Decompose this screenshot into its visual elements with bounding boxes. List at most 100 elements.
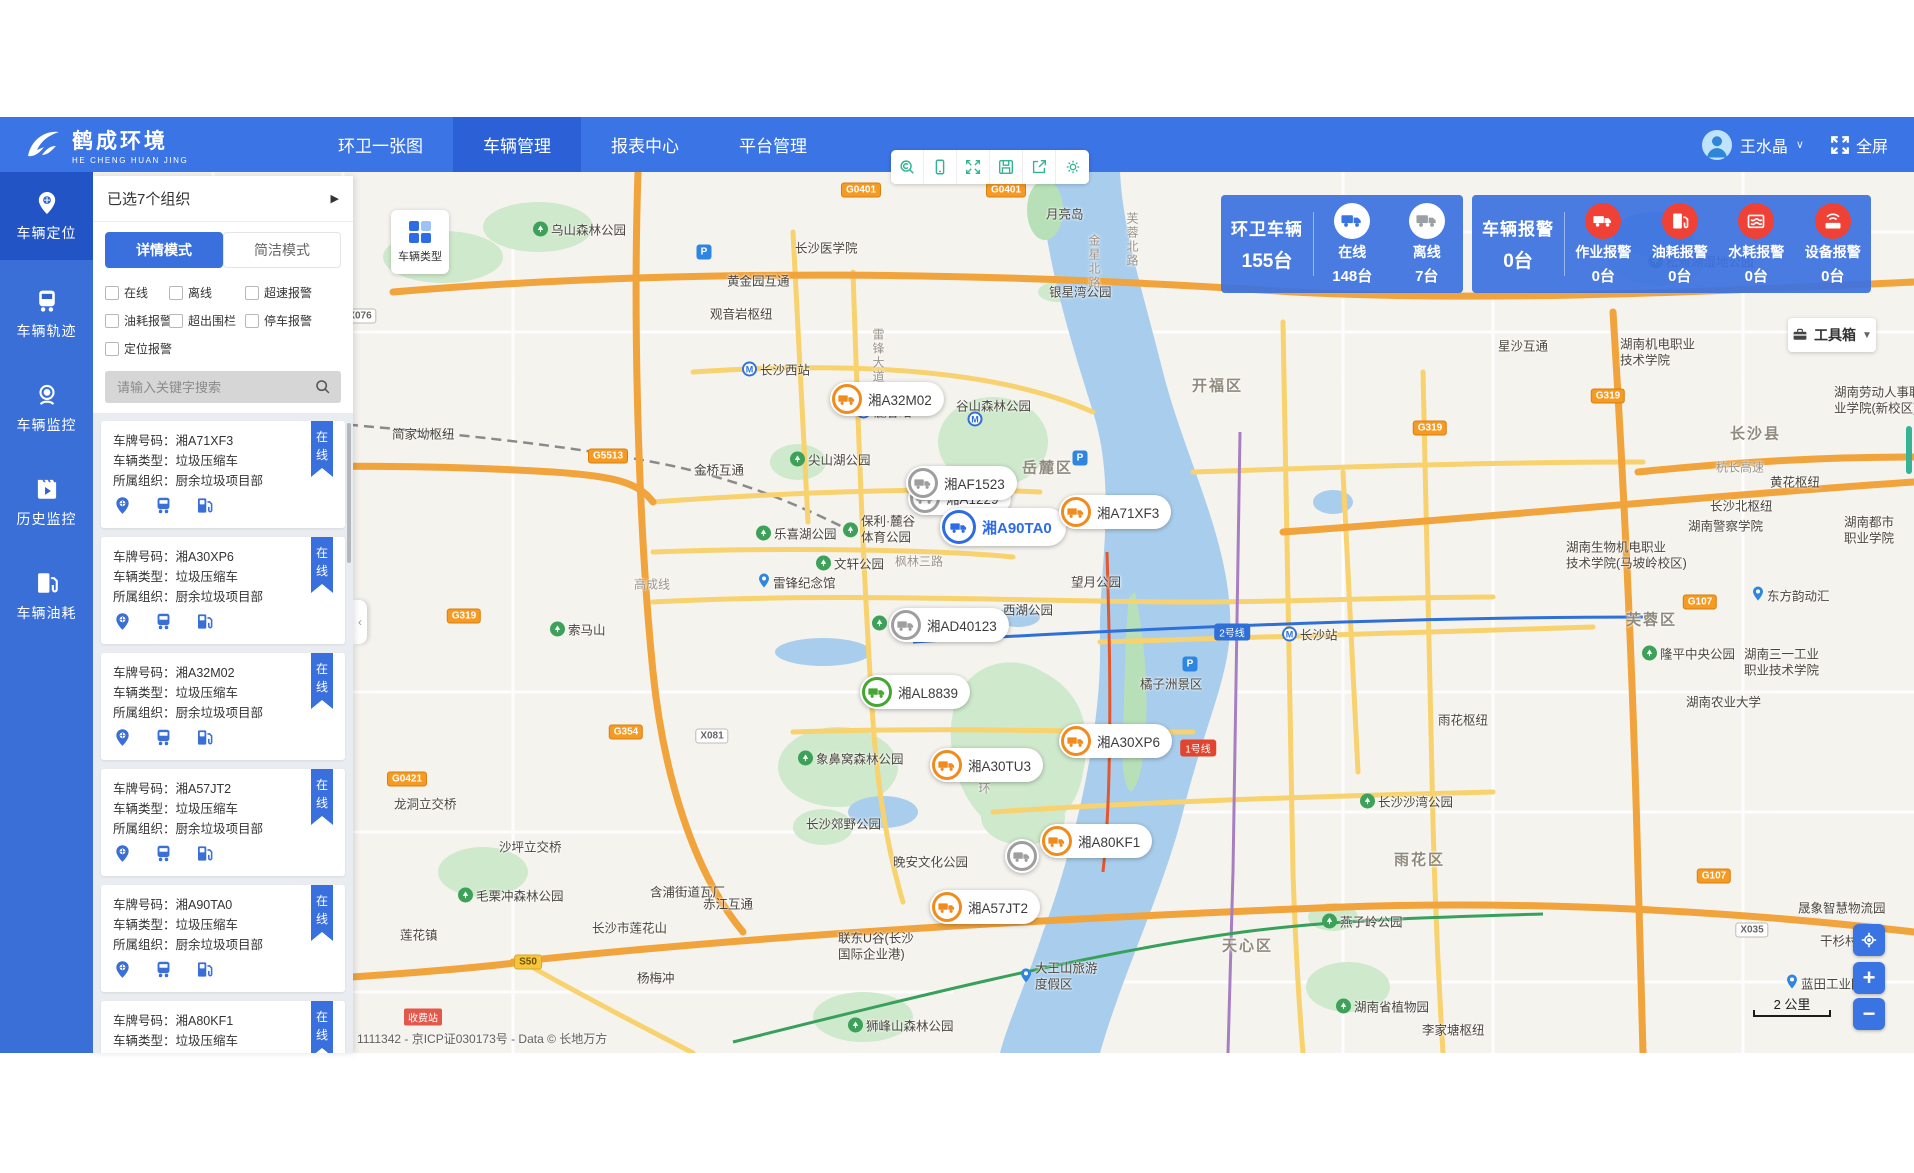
vehicle-type-button[interactable]: 车辆类型 <box>391 210 449 274</box>
zoom-search-button[interactable] <box>891 150 924 184</box>
marker-plate: 湘AL8839 <box>898 682 958 702</box>
card-locate-icon[interactable] <box>113 612 132 636</box>
device-alarm-icon <box>1815 203 1851 239</box>
filter-checkbox[interactable]: 离线 <box>169 284 245 301</box>
search-bar <box>93 367 353 413</box>
vehicle-marker[interactable]: 湘A30XP6 <box>1059 724 1172 758</box>
card-track-icon[interactable] <box>154 960 173 984</box>
sidebar-item[interactable]: 车辆轨迹 <box>0 274 93 354</box>
filter-checkbox[interactable]: 定位报警 <box>105 340 169 357</box>
zoom-out-button[interactable]: − <box>1853 998 1885 1030</box>
vehicle-card[interactable]: 车牌号码：湘A57JT2车辆类型：垃圾压缩车所属组织：厨余垃圾项目部在线 <box>101 769 345 876</box>
stat-item: 水耗报警0台 <box>1728 203 1784 286</box>
nav-item[interactable]: 平台管理 <box>709 117 837 172</box>
vehicle-locate-icon <box>34 190 60 216</box>
locate-button[interactable] <box>1853 924 1885 956</box>
card-locate-icon[interactable] <box>113 844 132 868</box>
marker-plate: 湘A71XF3 <box>1097 502 1159 522</box>
card-locate-icon[interactable] <box>113 960 132 984</box>
vehicle-marker[interactable]: 湘A71XF3 <box>1059 495 1171 529</box>
sidebar-item[interactable]: 车辆监控 <box>0 368 93 448</box>
marker-truck-icon <box>891 610 921 640</box>
vehicle-card-actions <box>113 612 333 636</box>
card-fuel-icon[interactable] <box>195 960 214 984</box>
left-sidebar: 车辆定位车辆轨迹车辆监控历史监控车辆油耗 <box>0 172 93 1053</box>
vehicle-card-row: 车牌号码：湘A71XF3 <box>113 431 333 451</box>
map-scrollbar-thumb[interactable] <box>1906 426 1912 474</box>
panel-collapse-handle[interactable]: ‹ <box>353 600 367 644</box>
card-fuel-icon[interactable] <box>195 496 214 520</box>
vehicle-marker[interactable]: 湘AF1523 <box>906 466 1017 500</box>
export-button[interactable] <box>1023 150 1056 184</box>
vehicle-marker[interactable]: 湘AL8839 <box>860 675 970 709</box>
filter-checkbox[interactable]: 超速报警 <box>245 284 341 301</box>
filter-label: 超出围栏 <box>188 312 236 329</box>
marker-truck-icon <box>908 468 938 498</box>
marker-plate: 湘A30TU3 <box>968 755 1031 775</box>
vehicle-card[interactable]: 车牌号码：湘A30XP6车辆类型：垃圾压缩车所属组织：厨余垃圾项目部在线 <box>101 537 345 644</box>
user-menu[interactable]: 王水晶 ∨ <box>1702 130 1804 160</box>
card-fuel-icon[interactable] <box>195 844 214 868</box>
list-scrollbar[interactable] <box>347 423 351 563</box>
zoom-in-button[interactable]: + <box>1853 962 1885 994</box>
filter-checkbox[interactable]: 超出围栏 <box>169 312 245 329</box>
vehicle-type-label: 车辆类型 <box>398 248 442 264</box>
vehicle-marker[interactable]: 湘A30TU3 <box>930 748 1043 782</box>
card-fuel-icon[interactable] <box>195 728 214 752</box>
filter-checkbox[interactable]: 停车报警 <box>245 312 341 329</box>
card-track-icon[interactable] <box>154 612 173 636</box>
truck-offline-icon <box>1409 203 1445 239</box>
nav-item[interactable]: 车辆管理 <box>453 117 581 172</box>
vehicle-marker[interactable]: 湘A80KF1 <box>1040 824 1152 858</box>
vehicle-card[interactable]: 车牌号码：湘A71XF3车辆类型：垃圾压缩车所属组织：厨余垃圾项目部在线 <box>101 421 345 528</box>
chevron-down-icon: ∨ <box>1796 138 1804 151</box>
sidebar-item[interactable]: 车辆定位 <box>0 172 93 260</box>
mode-button[interactable]: 详情模式 <box>105 232 223 268</box>
card-locate-icon[interactable] <box>113 496 132 520</box>
vehicle-card-actions <box>113 496 333 520</box>
save-button[interactable] <box>990 150 1023 184</box>
save-icon <box>997 158 1015 176</box>
card-track-icon[interactable] <box>154 844 173 868</box>
crosshair-icon <box>1860 931 1878 949</box>
card-track-icon[interactable] <box>154 728 173 752</box>
sidebar-item[interactable]: 车辆油耗 <box>0 556 93 636</box>
checkbox-icon <box>245 286 259 300</box>
sidebar-item[interactable]: 历史监控 <box>0 462 93 542</box>
card-fuel-icon[interactable] <box>195 612 214 636</box>
fullscreen-button[interactable]: 全屏 <box>1830 133 1888 157</box>
nav-item[interactable]: 报表中心 <box>581 117 709 172</box>
stat-item: 油耗报警0台 <box>1652 203 1708 286</box>
settings-button[interactable] <box>1056 150 1089 184</box>
map-toolbar <box>891 150 1089 184</box>
vehicle-marker[interactable]: 湘A32M02 <box>830 382 944 416</box>
vehicle-marker[interactable]: 湘A90TA0 <box>940 508 1066 546</box>
mode-button[interactable]: 简洁模式 <box>223 232 341 268</box>
toolbox-button[interactable]: 工具箱 ▼ <box>1788 318 1876 352</box>
vehicle-card[interactable]: 车牌号码：湘A32M02车辆类型：垃圾压缩车所属组织：厨余垃圾项目部在线 <box>101 653 345 760</box>
card-locate-icon[interactable] <box>113 728 132 752</box>
search-icon[interactable] <box>314 378 331 395</box>
nav-item[interactable]: 环卫一张图 <box>308 117 453 172</box>
stat-count: 148台 <box>1332 265 1372 286</box>
filter-checkbox[interactable]: 在线 <box>105 284 169 301</box>
filter-checkbox[interactable]: 油耗报警 <box>105 312 169 329</box>
grid-squares-icon <box>409 221 431 243</box>
vehicle-card[interactable]: 车牌号码：湘A80KF1车辆类型：垃圾压缩车所属组织：厨余垃圾项目部在线 <box>101 1001 345 1053</box>
vehicle-card[interactable]: 车牌号码：湘A90TA0车辆类型：垃圾压缩车所属组织：厨余垃圾项目部在线 <box>101 885 345 992</box>
search-input[interactable] <box>105 371 341 403</box>
vehicle-marker[interactable]: 湘A57JT2 <box>930 890 1040 924</box>
vehicle-card-row: 车牌号码：湘A32M02 <box>113 663 333 683</box>
vehicle-marker[interactable]: 湘AD40123 <box>889 608 1009 642</box>
card-track-icon[interactable] <box>154 496 173 520</box>
vehicle-card-row: 车辆类型：垃圾压缩车 <box>113 915 333 935</box>
vehicle-marker[interactable] <box>1005 839 1039 873</box>
status-char: 线 <box>316 1026 328 1043</box>
device-button[interactable] <box>924 150 957 184</box>
org-selector[interactable]: 已选7个组织 ▶ <box>93 176 353 222</box>
toolbox-label: 工具箱 <box>1814 325 1856 345</box>
filter-label: 在线 <box>124 284 148 301</box>
expand-button[interactable] <box>957 150 990 184</box>
vehicle-list[interactable]: 车牌号码：湘A71XF3车辆类型：垃圾压缩车所属组织：厨余垃圾项目部在线车牌号码… <box>93 413 353 1053</box>
stats-panel-alarms: 车辆报警 0台 作业报警0台油耗报警0台水耗报警0台设备报警0台 <box>1472 195 1871 293</box>
